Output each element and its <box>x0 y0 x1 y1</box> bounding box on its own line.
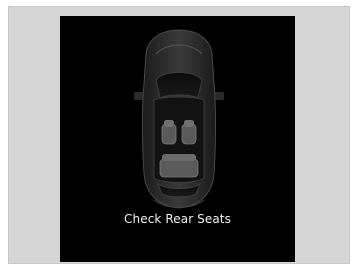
instrument-display: Check Rear Seats <box>60 16 295 262</box>
car-top-view-icon <box>134 29 224 209</box>
rear-seat-reminder-message: Check Rear Seats <box>124 212 231 226</box>
